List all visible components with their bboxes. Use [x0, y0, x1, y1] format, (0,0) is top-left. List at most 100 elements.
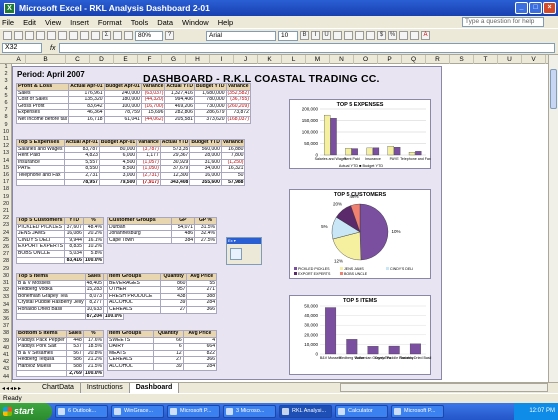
minimize-button[interactable]: _ [515, 2, 528, 14]
table-cell[interactable]: 388 [186, 292, 217, 301]
row-header[interactable]: 3 [0, 78, 12, 84]
align-left-icon[interactable] [333, 31, 342, 40]
row-header[interactable]: 13 [0, 150, 12, 156]
table-cell[interactable]: 50 [220, 171, 246, 180]
table-cell[interactable]: 15,696 [140, 109, 166, 117]
table-cell[interactable]: 100,000 [103, 102, 142, 111]
table-cell[interactable]: 384 [170, 236, 196, 245]
row-header[interactable]: 38 [0, 330, 12, 336]
expense-bar[interactable] [366, 147, 373, 156]
table-cell[interactable]: 5,557 [63, 158, 100, 167]
column-header[interactable]: A [12, 55, 26, 64]
total-cell[interactable]: 355,600 [189, 178, 222, 187]
menu-tools[interactable]: Tools [131, 18, 149, 27]
table-cell[interactable]: 54,071 [170, 223, 196, 232]
table-cell[interactable]: OTHER [107, 286, 161, 294]
menu-window[interactable]: Window [182, 18, 209, 27]
fill-color-icon[interactable] [410, 31, 419, 40]
undo-icon[interactable] [91, 31, 100, 40]
row-header[interactable]: 12 [0, 143, 12, 149]
row-header[interactable]: 15 [0, 165, 12, 171]
table-cell[interactable]: JENS JAMS [15, 230, 66, 238]
table-cell[interactable]: 66 [152, 336, 184, 345]
column-header[interactable]: S [450, 55, 474, 64]
table-cell[interactable]: 1,680,000 [193, 89, 227, 98]
taskbar-button[interactable]: Calculator [335, 405, 388, 418]
column-header[interactable]: N [330, 55, 354, 64]
column-header[interactable]: U [498, 55, 522, 64]
row-header[interactable]: 34 [0, 302, 12, 308]
table-cell[interactable]: Net Income before tax [15, 115, 70, 124]
table-cell[interactable]: DAIRY [107, 343, 154, 351]
table-cell[interactable]: ALCOHOL [107, 362, 154, 371]
table-cell[interactable]: 8,500 [98, 165, 138, 173]
row-header[interactable]: 8 [0, 114, 12, 120]
table-cell[interactable]: 2,731 [63, 171, 100, 180]
column-header[interactable]: H [186, 55, 210, 64]
row-header[interactable]: 29 [0, 266, 12, 272]
align-center-icon[interactable] [344, 31, 353, 40]
table-cell[interactable]: 205,581 [164, 115, 195, 124]
table-cell[interactable]: CEREALS [107, 356, 154, 364]
table-cell[interactable]: EXPORT EXPERTS [15, 243, 66, 251]
table-cell[interactable]: 588 [66, 362, 84, 371]
table-cell[interactable]: Ronaldo Dried Basil [16, 305, 86, 314]
table-cell[interactable]: 16.1% [82, 236, 105, 245]
new-icon[interactable] [3, 31, 12, 40]
table-cell[interactable]: 21.2% [82, 356, 105, 364]
table-cell[interactable]: 180,000 [103, 96, 142, 104]
sheet-tab-chartdata[interactable]: ChartData [36, 383, 81, 393]
row-header[interactable]: 43 [0, 366, 12, 372]
row-header[interactable]: 5 [0, 93, 12, 99]
table-cell[interactable]: 4 [182, 336, 218, 345]
table-cell[interactable]: 20.8% [82, 349, 105, 358]
expense-bar[interactable] [345, 148, 352, 156]
row-header[interactable]: 1 [0, 64, 12, 70]
row-header[interactable]: 22 [0, 215, 12, 221]
chart-toolbar[interactable]: Ex ▾ [226, 237, 262, 265]
taskbar-button[interactable]: WinGrace... [111, 405, 164, 418]
table-cell[interactable]: 284 [182, 362, 218, 371]
table-cell[interactable]: 18.5% [82, 343, 105, 351]
expense-bar[interactable] [372, 147, 380, 156]
item-bar[interactable] [367, 346, 379, 355]
row-header[interactable]: 16 [0, 172, 12, 178]
table-cell[interactable]: (44,320) [140, 96, 166, 104]
total-cell[interactable]: 78,957 [63, 178, 100, 187]
total-cell[interactable] [16, 178, 65, 187]
row-header[interactable]: 37 [0, 323, 12, 329]
table-cell[interactable]: Insurance [16, 158, 65, 167]
table-cell[interactable]: 5,034 [64, 249, 84, 258]
table-cell[interactable]: Harbloz Muesli [15, 362, 68, 371]
table-cell[interactable]: 780,000 [193, 96, 227, 104]
menu-help[interactable]: Help [218, 18, 233, 27]
column-header[interactable]: L [282, 55, 306, 64]
table-cell[interactable]: SWEETS [107, 336, 154, 345]
table-cell[interactable]: (1,250) [220, 158, 246, 167]
table-cell[interactable]: 994,406 [164, 96, 195, 104]
taskbar-button[interactable]: Microsoft P... [167, 405, 220, 418]
table-cell[interactable]: 16,880 [220, 145, 246, 154]
table-cell[interactable]: (63,037) [140, 89, 166, 98]
row-header[interactable]: 39 [0, 338, 12, 344]
column-header[interactable]: T [474, 55, 498, 64]
menu-file[interactable]: File [2, 18, 14, 27]
table-cell[interactable]: 21.5% [82, 362, 105, 371]
row-header[interactable]: 17 [0, 179, 12, 185]
total-cell[interactable] [16, 312, 86, 321]
table-cell[interactable]: (3,787) [136, 145, 161, 154]
table-cell[interactable]: 37,607 [64, 223, 84, 232]
table-cell[interactable]: Cost of Sales [15, 96, 70, 104]
table-cell[interactable]: 957 [159, 286, 188, 294]
table-cell[interactable]: (16,700) [140, 102, 166, 111]
table-cell[interactable]: ALCOHOL [107, 299, 161, 307]
table-cell[interactable]: 61,041 [103, 115, 142, 124]
table-cell[interactable]: 366 [182, 356, 218, 364]
table-cell[interactable]: 271 [186, 286, 217, 294]
table-cell[interactable]: Cape Town [107, 236, 172, 245]
table-cell[interactable]: (1,050) [136, 165, 161, 173]
table-cell[interactable]: 17.6% [82, 336, 105, 345]
table-cell[interactable]: 6,000 [98, 152, 138, 160]
total-cell[interactable]: 2,769 [66, 369, 84, 378]
currency-icon[interactable]: $ [377, 31, 386, 40]
